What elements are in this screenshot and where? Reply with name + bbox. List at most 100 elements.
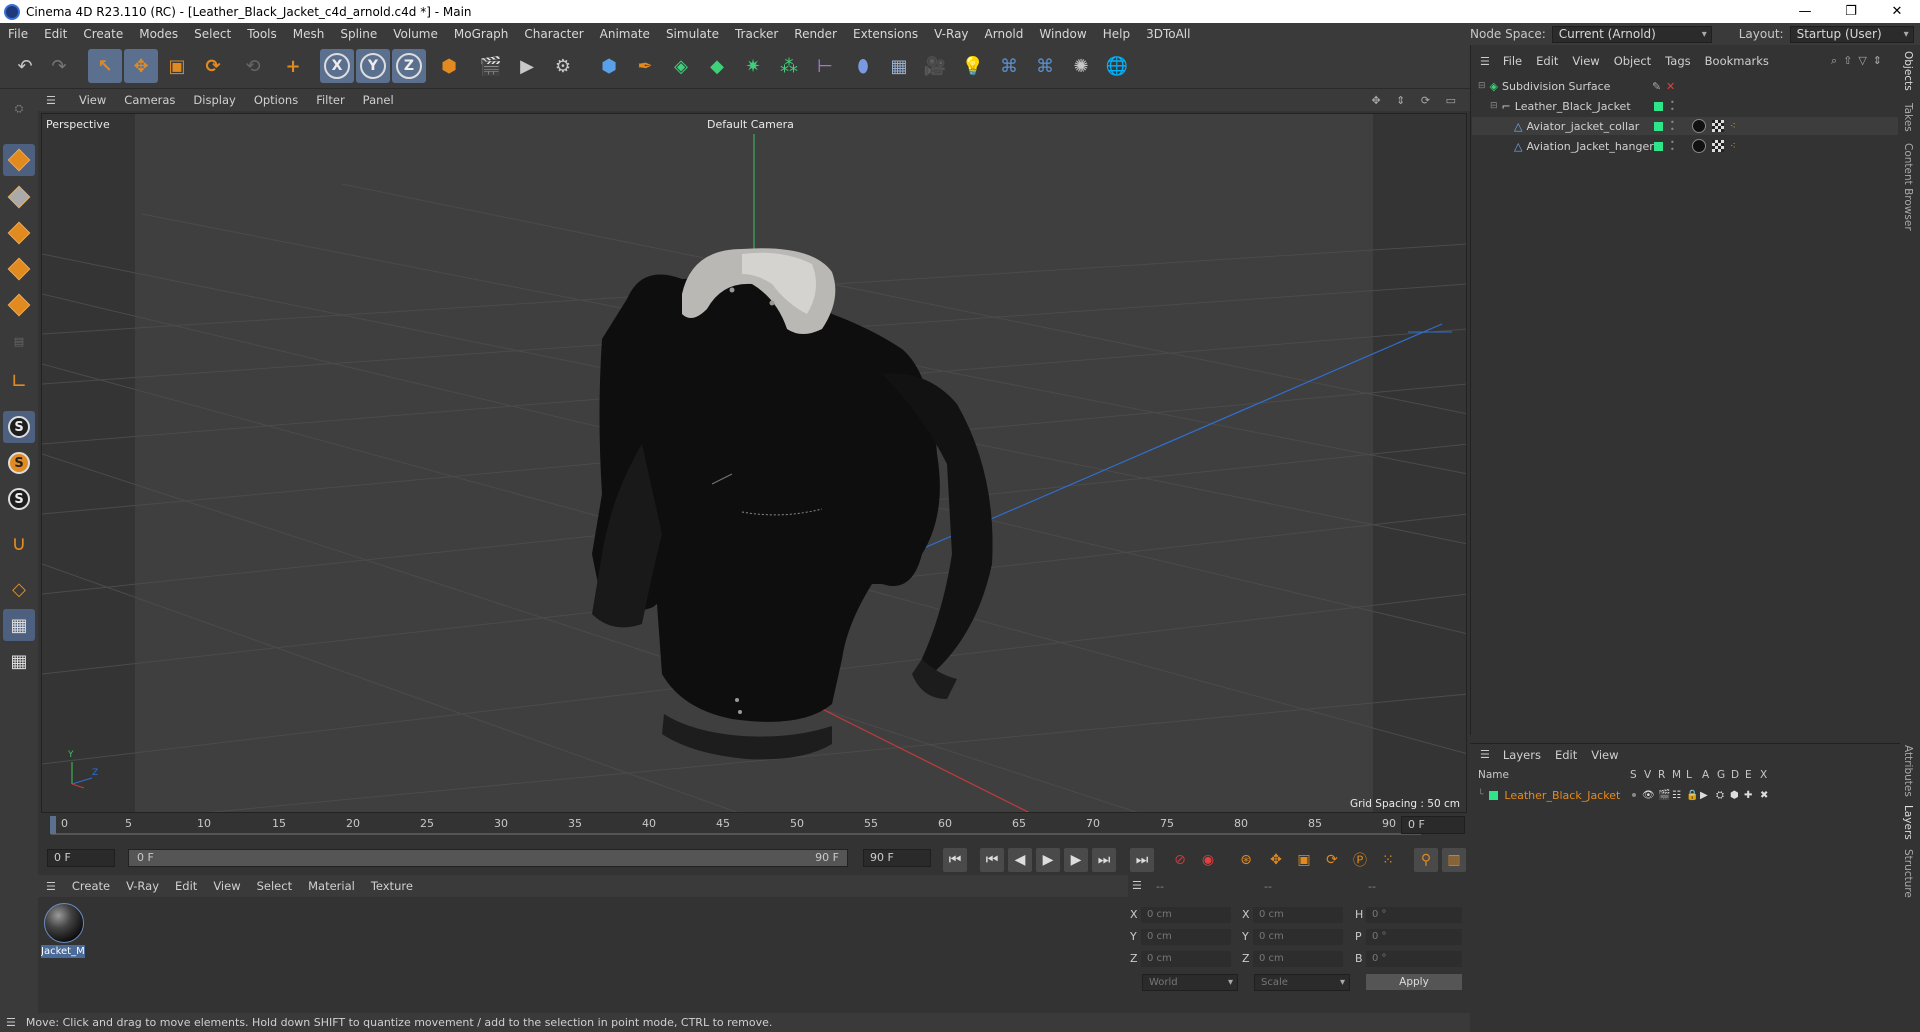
point-mode-icon[interactable]: [3, 217, 35, 249]
material-menu-view[interactable]: View: [205, 879, 248, 893]
go-to-start-icon[interactable]: ⏮: [943, 848, 967, 872]
arnold-render-icon[interactable]: ✺: [1064, 49, 1098, 83]
expand-toggle-icon[interactable]: ⊟: [1478, 81, 1486, 91]
menu-tracker[interactable]: Tracker: [727, 27, 786, 41]
prev-frame-icon[interactable]: ◀: [1008, 848, 1032, 872]
snap-magnet-icon[interactable]: ∪: [3, 527, 35, 559]
timeline-ruler[interactable]: 0 5 10 15 20 25 30 35 40 45 50 55 60 65 …: [41, 814, 1470, 836]
tab-layers[interactable]: Layers: [1902, 805, 1914, 840]
python-generator-icon[interactable]: ⌘: [1028, 49, 1062, 83]
layers-menu-edit[interactable]: Edit: [1548, 748, 1584, 762]
viewport-menu-display[interactable]: Display: [184, 93, 244, 107]
layer-manager-icon[interactable]: ☷: [1672, 790, 1681, 801]
coordinate-system-icon[interactable]: +: [276, 49, 310, 83]
edge-mode-icon[interactable]: [3, 253, 35, 285]
tab-structure[interactable]: Structure: [1902, 849, 1914, 898]
viewport-camera-name[interactable]: Default Camera: [707, 118, 794, 131]
object-menu-bookmarks[interactable]: Bookmarks: [1698, 54, 1776, 68]
layer-expressions-icon[interactable]: ✚: [1744, 790, 1752, 801]
visibility-dots-icon[interactable]: • •: [1670, 139, 1675, 154]
menu-file[interactable]: File: [0, 27, 36, 41]
menu-animate[interactable]: Animate: [592, 27, 658, 41]
camera-icon[interactable]: 🎥: [918, 49, 952, 83]
workplane-grid-icon[interactable]: ◇: [3, 573, 35, 605]
size-y-field[interactable]: 0 cm: [1253, 929, 1343, 945]
floor-environment-icon[interactable]: ▦: [882, 49, 916, 83]
viewport-menu-filter[interactable]: Filter: [307, 93, 353, 107]
menu-spline[interactable]: Spline: [332, 27, 385, 41]
render-settings-icon[interactable]: ⚙: [546, 49, 580, 83]
object-name[interactable]: Aviation_Jacket_hanger: [1526, 140, 1653, 153]
menu-render[interactable]: Render: [786, 27, 845, 41]
material-menu-select[interactable]: Select: [249, 879, 300, 893]
prev-key-icon[interactable]: ⏮: [980, 848, 1004, 872]
menu-3dtoall[interactable]: 3DToAll: [1138, 27, 1198, 41]
layers-menu-view[interactable]: View: [1584, 748, 1625, 762]
object-name[interactable]: Leather_Black_Jacket: [1515, 100, 1631, 113]
layer-render-icon[interactable]: 🎬: [1658, 790, 1670, 801]
tab-takes[interactable]: Takes: [1902, 103, 1914, 132]
extrude-generator-icon[interactable]: ◆: [700, 49, 734, 83]
menu-edit[interactable]: Edit: [36, 27, 75, 41]
rot-h-field[interactable]: 0 °: [1366, 907, 1462, 923]
play-icon[interactable]: ▶: [1036, 848, 1060, 872]
layer-row[interactable]: └ Leather_Black_Jacket 👁 🎬 ☷ 🔒 ▶ ⛭ ⬢ ✚ ✖: [1472, 786, 1898, 804]
visibility-dots-icon[interactable]: • •: [1670, 119, 1675, 134]
key-pla-icon[interactable]: ⁙: [1376, 848, 1400, 872]
world-coordinates-icon[interactable]: ⬢: [432, 49, 466, 83]
render-view-icon[interactable]: ▶: [510, 49, 544, 83]
x-axis-lock-button[interactable]: X: [320, 49, 354, 83]
menu-select[interactable]: Select: [186, 27, 239, 41]
size-z-field[interactable]: 0 cm: [1253, 951, 1343, 967]
viewport-menu-view[interactable]: View: [70, 93, 115, 107]
key-parameter-icon[interactable]: Ⓟ: [1348, 848, 1372, 872]
layer-lock-icon[interactable]: 🔒: [1686, 790, 1698, 801]
texture-mode-icon[interactable]: [3, 181, 35, 213]
menu-arnold[interactable]: Arnold: [977, 27, 1032, 41]
tab-attributes[interactable]: Attributes: [1902, 745, 1914, 797]
object-row[interactable]: △ Aviation_Jacket_hanger • • ⁖: [1472, 137, 1898, 155]
object-name[interactable]: Aviator_jacket_collar: [1526, 120, 1639, 133]
material-menu-texture[interactable]: Texture: [363, 879, 421, 893]
maximize-button[interactable]: ❐: [1828, 0, 1874, 23]
layers-menu-layers[interactable]: Layers: [1496, 748, 1548, 762]
menu-modes[interactable]: Modes: [131, 27, 186, 41]
menu-simulate[interactable]: Simulate: [658, 27, 727, 41]
current-frame-field[interactable]: 0 F: [1401, 816, 1465, 834]
polygon-mode-icon[interactable]: [3, 289, 35, 321]
move-tool-icon[interactable]: ✥: [124, 49, 158, 83]
object-menu-edit[interactable]: Edit: [1529, 54, 1565, 68]
layer-solo-icon[interactable]: [1632, 793, 1636, 797]
layer-deformers-icon[interactable]: ⬢: [1730, 790, 1739, 801]
layer-xrefs-icon[interactable]: ✖: [1760, 790, 1768, 801]
apply-button[interactable]: Apply: [1366, 974, 1462, 990]
autokey-icon[interactable]: ◉: [1196, 848, 1220, 872]
viewport-menu-options[interactable]: Options: [245, 93, 307, 107]
cube-object-icon[interactable]: ⬢: [592, 49, 626, 83]
object-row[interactable]: ⊟ ⌐ Leather_Black_Jacket • •: [1472, 97, 1898, 115]
phong-tag-icon[interactable]: ⁖: [1730, 141, 1736, 152]
object-hamburger-icon[interactable]: ☰: [1480, 55, 1490, 68]
start-frame-field[interactable]: 0 F: [47, 849, 115, 867]
globe-sky-icon[interactable]: 🌐: [1100, 49, 1134, 83]
size-x-field[interactable]: 0 cm: [1253, 907, 1343, 923]
quantize-icon[interactable]: ▦: [3, 645, 35, 677]
uvw-tag-icon[interactable]: [1712, 140, 1724, 152]
menu-mograph[interactable]: MoGraph: [446, 27, 517, 41]
transform-mode-dropdown[interactable]: Scale: [1254, 974, 1350, 991]
deformer-bend-icon[interactable]: ⊢: [808, 49, 842, 83]
object-menu-view[interactable]: View: [1565, 54, 1606, 68]
python-script-icon[interactable]: ⌘: [992, 49, 1026, 83]
grid-snap-icon[interactable]: ▦: [3, 609, 35, 641]
status-hamburger-icon[interactable]: ☰: [6, 1016, 16, 1029]
coord-hamburger-icon[interactable]: ☰: [1132, 879, 1142, 892]
cloner-icon[interactable]: ✷: [736, 49, 770, 83]
frame-range-slider[interactable]: 0 F 90 F: [128, 849, 848, 867]
material-preview-swatch[interactable]: [44, 903, 84, 943]
live-selection-icon[interactable]: ↖: [88, 49, 122, 83]
key-position-icon[interactable]: ✥: [1264, 848, 1288, 872]
material-hamburger-icon[interactable]: ☰: [46, 880, 56, 893]
object-name[interactable]: Subdivision Surface: [1502, 80, 1610, 93]
rotate-tool-icon[interactable]: ⟳: [196, 49, 230, 83]
material-menu-edit[interactable]: Edit: [167, 879, 205, 893]
